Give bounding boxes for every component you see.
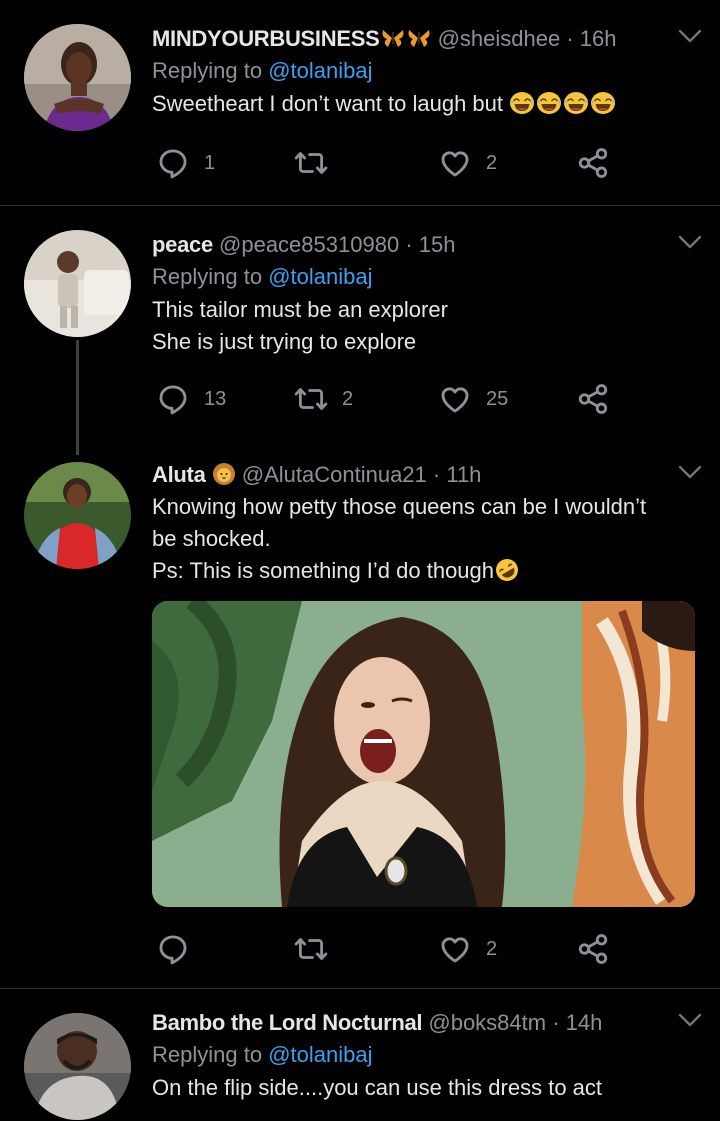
heart-icon xyxy=(438,932,472,966)
tweet-text: On the flip side....you can use this dre… xyxy=(152,1072,697,1104)
mention-link[interactable]: @tolanibaj xyxy=(268,1042,372,1067)
reply-button[interactable]: 13 xyxy=(156,381,226,417)
handle[interactable]: @AlutaContinua21 xyxy=(242,462,427,487)
avatar[interactable] xyxy=(24,24,131,131)
reply-icon xyxy=(156,146,190,180)
retweet-icon xyxy=(294,146,328,180)
display-name[interactable]: Aluta xyxy=(152,462,206,487)
tweet[interactable]: Aluta @AlutaContinua21 · 11h Knowing how… xyxy=(0,456,720,986)
chevron-down-icon[interactable] xyxy=(677,233,703,251)
laughing-emoji-icon xyxy=(509,91,617,116)
tweet-text-line: Knowing how petty those queens can be I … xyxy=(152,494,647,519)
like-count: 25 xyxy=(486,387,509,410)
share-icon xyxy=(576,146,610,180)
heart-icon xyxy=(438,146,472,180)
retweet-button[interactable] xyxy=(294,145,342,181)
avatar[interactable] xyxy=(24,462,131,569)
avatar[interactable] xyxy=(24,1013,131,1120)
replying-label: Replying to xyxy=(152,1042,263,1067)
tweet-text: This tailor must be an explorer She is j… xyxy=(152,294,697,358)
tweet-header: Aluta @AlutaContinua21 · 11h xyxy=(152,461,697,489)
tweet-actions: 2 xyxy=(152,931,632,967)
tweet-header: Bambo the Lord Nocturnal @boks84tm · 14h xyxy=(152,1009,697,1037)
display-name[interactable]: peace xyxy=(152,232,213,257)
chevron-down-icon[interactable] xyxy=(677,1011,703,1029)
reply-button[interactable] xyxy=(156,931,204,967)
reply-count: 1 xyxy=(204,151,216,174)
timestamp[interactable]: · 11h xyxy=(433,462,482,487)
tweet[interactable]: MINDYOURBUSINESS @sheisdhee · 16h Replyi… xyxy=(0,0,720,205)
like-button[interactable]: 25 xyxy=(438,381,508,417)
reply-button[interactable]: 1 xyxy=(156,145,215,181)
retweet-icon xyxy=(294,382,328,416)
replying-label: Replying to xyxy=(152,58,263,83)
like-button[interactable]: 2 xyxy=(438,145,497,181)
tweet-text-line: This tailor must be an explorer xyxy=(152,297,448,322)
tweet-text: Knowing how petty those queens can be I … xyxy=(152,491,697,587)
tweet[interactable]: Bambo the Lord Nocturnal @boks84tm · 14h… xyxy=(0,989,720,1121)
like-count: 2 xyxy=(486,937,498,960)
share-button[interactable] xyxy=(576,145,624,181)
tweet-text-line: be shocked. xyxy=(152,526,271,551)
share-button[interactable] xyxy=(576,381,624,417)
retweet-button[interactable]: 2 xyxy=(294,381,353,417)
tweet-text-line: Sweetheart I don’t want to laugh but xyxy=(152,91,504,116)
tweet-header: MINDYOURBUSINESS @sheisdhee · 16h xyxy=(152,25,697,53)
timestamp[interactable]: · 16h xyxy=(566,26,616,51)
reply-icon xyxy=(156,382,190,416)
replying-to: Replying to @tolanibaj xyxy=(152,263,697,291)
tweet-actions: 13 2 25 xyxy=(152,381,632,417)
avatar[interactable] xyxy=(24,230,131,337)
handle[interactable]: @sheisdhee xyxy=(438,26,561,51)
tweet-header: peace @peace85310980 · 15h xyxy=(152,231,697,259)
tweet-media-image[interactable] xyxy=(152,601,695,907)
like-count: 2 xyxy=(486,151,498,174)
replying-to: Replying to @tolanibaj xyxy=(152,1041,697,1069)
lion-emoji-icon xyxy=(212,462,236,486)
tweet-text-line-with-emoji: Ps: This is something I’d do though xyxy=(152,555,697,587)
retweet-button[interactable] xyxy=(294,931,342,967)
tweet-text-line: On the flip side....you can use this dre… xyxy=(152,1075,603,1100)
share-icon xyxy=(576,382,610,416)
reply-count: 13 xyxy=(204,387,227,410)
tweet-text: Sweetheart I don’t want to laugh but xyxy=(152,88,697,120)
replying-label: Replying to xyxy=(152,264,263,289)
display-name[interactable]: MINDYOURBUSINESS xyxy=(152,26,380,51)
display-name[interactable]: Bambo the Lord Nocturnal xyxy=(152,1010,423,1035)
retweet-count: 2 xyxy=(342,387,354,410)
handle[interactable]: @boks84tm xyxy=(428,1010,546,1035)
replying-to: Replying to @tolanibaj xyxy=(152,57,697,85)
handle[interactable]: @peace85310980 xyxy=(219,232,399,257)
share-icon xyxy=(576,932,610,966)
tweet-text-line: Ps: This is something I’d do though xyxy=(152,558,495,583)
mention-link[interactable]: @tolanibaj xyxy=(268,264,372,289)
heart-icon xyxy=(438,382,472,416)
rofl-emoji-icon xyxy=(494,558,520,582)
mention-link[interactable]: @tolanibaj xyxy=(268,58,372,83)
retweet-icon xyxy=(294,932,328,966)
chevron-down-icon[interactable] xyxy=(677,463,703,481)
share-button[interactable] xyxy=(576,931,624,967)
reply-icon xyxy=(156,932,190,966)
tweet[interactable]: peace @peace85310980 · 15h Replying to @… xyxy=(0,206,720,456)
timestamp[interactable]: · 14h xyxy=(552,1010,602,1035)
butterfly-emoji-icon xyxy=(381,27,431,49)
like-button[interactable]: 2 xyxy=(438,931,497,967)
tweet-text-line: She is just trying to explore xyxy=(152,329,417,354)
timestamp[interactable]: · 15h xyxy=(405,232,455,257)
chevron-down-icon[interactable] xyxy=(677,27,703,45)
tweet-actions: 1 2 xyxy=(152,145,632,181)
